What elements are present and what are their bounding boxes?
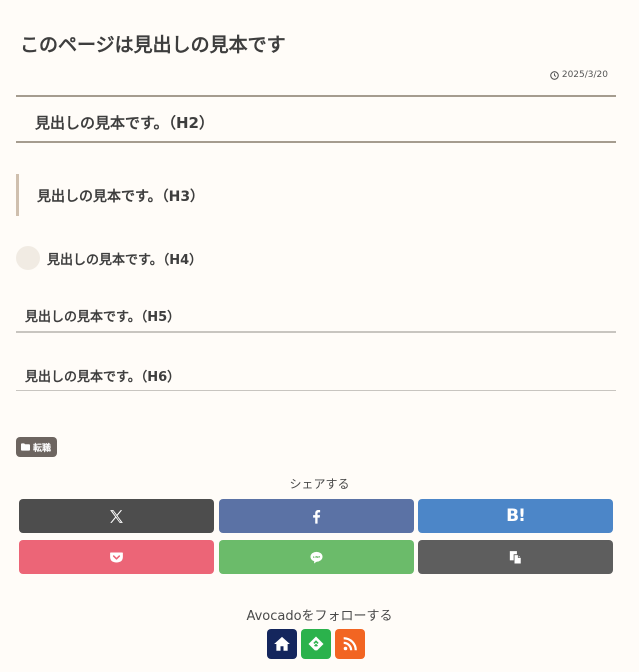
clock-icon — [550, 70, 559, 80]
share-title: シェアする — [289, 477, 350, 491]
heading-h5: 見出しの見本です。（H5） — [16, 300, 616, 333]
hatena-bookmark-icon: B! — [506, 506, 526, 526]
share-copy-button[interactable] — [418, 540, 613, 574]
copy-icon — [509, 550, 522, 564]
heading-h2-text: 見出しの見本です。（H2） — [35, 114, 214, 132]
rss-icon — [343, 637, 357, 651]
follow-title: Avocadoをフォローする — [246, 609, 393, 624]
follow-buttons — [267, 629, 365, 659]
folder-icon — [21, 443, 30, 451]
heading-h4-text: 見出しの見本です。（H4） — [47, 253, 203, 268]
page-title: このページは見出しの見本です — [20, 34, 286, 56]
category-tag[interactable]: 転職 — [16, 437, 58, 457]
share-line-button[interactable]: LINE — [218, 540, 414, 574]
follow-feedly-button[interactable] — [301, 629, 331, 659]
share-x-button[interactable] — [19, 499, 214, 533]
heading-h6: 見出しの見本です。（H6） — [16, 360, 616, 391]
share-pocket-button[interactable] — [19, 540, 214, 574]
home-icon — [274, 636, 290, 651]
pocket-icon — [110, 552, 123, 562]
x-logo-icon — [110, 509, 123, 523]
share-buttons: B! LINE — [19, 499, 613, 574]
facebook-icon — [312, 509, 320, 524]
heading-h4-dot — [16, 246, 40, 270]
follow-home-button[interactable] — [267, 629, 297, 659]
heading-h6-text: 見出しの見本です。（H6） — [25, 370, 181, 385]
share-facebook-button[interactable] — [218, 499, 414, 533]
heading-h2: 見出しの見本です。（H2） — [16, 95, 616, 143]
follow-rss-button[interactable] — [335, 629, 365, 659]
post-date-text: 2025/3/20 — [561, 70, 608, 80]
heading-h3-text: 見出しの見本です。（H3） — [37, 189, 205, 205]
heading-h3: 見出しの見本です。（H3） — [16, 174, 616, 216]
feedly-icon — [308, 636, 324, 651]
svg-text:LINE: LINE — [312, 555, 320, 559]
line-icon: LINE — [309, 551, 323, 564]
category-tag-label: 転職 — [33, 443, 52, 454]
share-hatena-button[interactable]: B! — [418, 499, 613, 533]
heading-h5-text: 見出しの見本です。（H5） — [25, 310, 181, 325]
post-date: 2025/3/20 — [550, 70, 608, 80]
